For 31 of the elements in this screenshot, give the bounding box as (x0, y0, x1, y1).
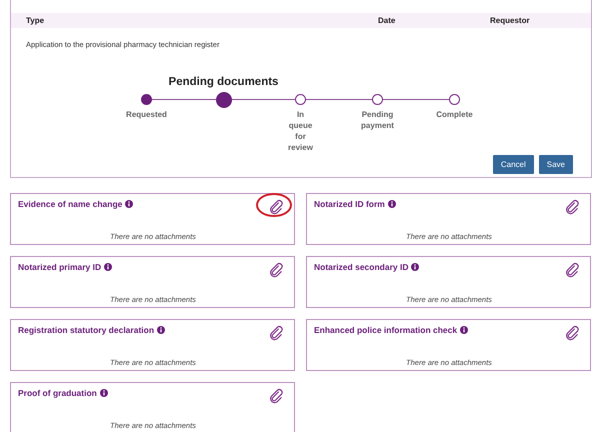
paperclip-icon (268, 262, 284, 278)
action-button[interactable]: Cancel (492, 155, 534, 174)
info-icon (125, 200, 134, 208)
action-button[interactable]: Save (538, 155, 573, 174)
document-title: Registration statutory declaration (18, 325, 154, 335)
document-title: Notarized secondary ID (314, 262, 408, 272)
info-icon (104, 263, 112, 271)
paperclip-icon (564, 262, 580, 278)
step-label: Complete (436, 109, 473, 120)
step-title: Pending documents (168, 76, 278, 88)
document-title: Proof of graduation (18, 388, 97, 398)
step-label: Requested (126, 109, 167, 120)
step-label: In queue for review (288, 109, 313, 153)
column-header: Type (26, 16, 46, 25)
paperclip-icon (268, 199, 284, 215)
info-icon (411, 263, 420, 271)
column-header: Requestor (490, 16, 531, 25)
document-title: Enhanced police information check (314, 325, 458, 335)
info-icon (157, 326, 166, 334)
info-icon (388, 200, 396, 208)
info-icon (460, 326, 468, 334)
paperclip-icon (268, 388, 284, 404)
info-icon (100, 389, 108, 397)
column-header: Date (378, 16, 396, 25)
document-title: Notarized primary ID (18, 262, 102, 272)
document-title: Evidence of name change (18, 199, 122, 209)
paperclip-icon (268, 325, 284, 341)
paperclip-icon (564, 325, 580, 341)
paperclip-icon (564, 199, 580, 215)
document-title: Notarized ID form (314, 199, 385, 209)
step-label: Pending payment (361, 109, 394, 131)
